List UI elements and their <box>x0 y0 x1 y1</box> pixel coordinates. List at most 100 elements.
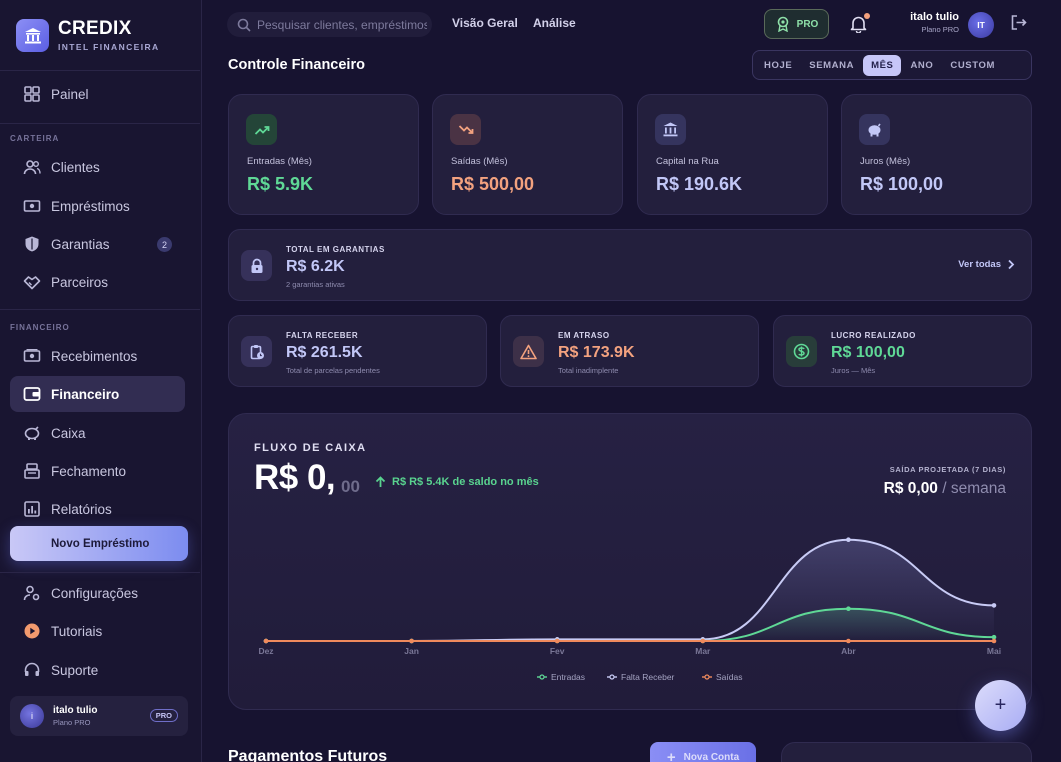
stat-label: LUCRO REALIZADO <box>831 331 916 340</box>
search-bar[interactable] <box>227 12 432 37</box>
kpi-value: R$ 5.9K <box>247 174 314 194</box>
sidebar-item-label: Suporte <box>51 662 99 678</box>
sidebar-item-relatorios[interactable]: Relatórios <box>10 491 185 527</box>
count-badge: 2 <box>157 237 172 252</box>
kpi-card-saidas[interactable]: Saídas (Mês) R$ 500,00 <box>432 94 623 215</box>
handshake-icon <box>23 276 41 290</box>
pro-label: PRO <box>796 18 819 30</box>
user-name: italo tulio <box>53 705 98 716</box>
kpi-value: R$ 500,00 <box>451 174 535 194</box>
sidebar-item-configuracoes[interactable]: Configurações <box>10 575 185 611</box>
user-plan: Plano PRO <box>53 718 91 727</box>
brand[interactable]: CREDIX INTEL FINANCEIRA <box>16 19 160 52</box>
sidebar-item-clientes[interactable]: Clientes <box>10 149 185 185</box>
guarantees-card: TOTAL EM GARANTIAS R$ 6.2K 2 garantias a… <box>228 229 1032 301</box>
legend-label: Falta Receber <box>621 672 675 682</box>
sidebar-item-financeiro[interactable]: Financeiro <box>10 376 185 412</box>
stat-card-falta-receber[interactable]: FALTA RECEBER R$ 261.5K Total de parcela… <box>228 315 487 387</box>
cashflow-chart: Dez Jan Fev Mar Abr Mai Entradas Falta Receber S… <box>258 537 1001 682</box>
avatar[interactable]: IT <box>968 12 994 38</box>
award-icon <box>777 16 788 32</box>
kpi-card-juros[interactable]: Juros (Mês) R$ 100,00 <box>841 94 1032 215</box>
guarantees-value: R$ 6.2K <box>286 258 345 275</box>
stat-label: FALTA RECEBER <box>286 331 359 340</box>
search-input[interactable] <box>257 17 427 32</box>
data-point <box>700 638 706 644</box>
period-week[interactable]: SEMANA <box>801 55 862 76</box>
sidebar-user-card[interactable]: i italo tulio Plano PRO PRO <box>10 696 188 736</box>
kpi-label: Juros (Mês) <box>860 156 911 167</box>
period-month[interactable]: MÊS <box>863 54 902 76</box>
logout-icon[interactable] <box>1010 14 1027 31</box>
piggy-bank-icon <box>24 426 40 440</box>
period-custom[interactable]: CUSTOM <box>942 55 1003 76</box>
sidebar-item-label: Relatórios <box>51 501 112 517</box>
pro-status-button[interactable]: PRO <box>764 9 829 39</box>
sidebar-item-tutoriais[interactable]: Tutoriais <box>10 613 185 649</box>
sidebar-item-label: Clientes <box>51 159 100 175</box>
divider <box>0 309 200 310</box>
kpi-card-entradas[interactable]: Entradas (Mês) R$ 5.9K <box>228 94 419 215</box>
sidebar-item-label: Financeiro <box>51 386 120 402</box>
user-plan: Plano PRO <box>921 25 959 34</box>
page-title: Controle Financeiro <box>228 57 365 73</box>
plus-icon: + <box>666 748 676 762</box>
cash-icon <box>23 200 41 212</box>
divider <box>0 123 200 124</box>
period-year[interactable]: ANO <box>902 55 941 76</box>
sidebar-item-caixa[interactable]: Caixa <box>10 415 185 451</box>
see-all-link[interactable]: Ver todas <box>958 259 1015 270</box>
sidebar-item-painel[interactable]: Painel <box>10 76 185 112</box>
chevron-right-icon <box>1008 259 1015 270</box>
sidebar-item-label: Tutoriais <box>51 623 103 639</box>
guarantees-sub: 2 garantias ativas <box>286 280 345 289</box>
new-account-button[interactable]: + Nova Conta <box>650 742 756 762</box>
sidebar: CREDIX INTEL FINANCEIRA Painel CARTEIRA … <box>0 0 202 762</box>
sidebar-item-emprestimos[interactable]: Empréstimos <box>10 188 185 224</box>
sidebar-item-parceiros[interactable]: Parceiros <box>10 264 185 300</box>
data-point <box>846 606 851 612</box>
dashboard-icon <box>24 86 40 102</box>
add-fab-button[interactable]: + <box>975 680 1026 731</box>
kpi-label: Saídas (Mês) <box>451 156 508 167</box>
series-area <box>266 608 994 641</box>
data-point <box>991 638 997 644</box>
data-point <box>409 638 414 644</box>
sidebar-item-recebimentos[interactable]: Recebimentos <box>10 338 185 374</box>
stat-card-lucro[interactable]: LUCRO REALIZADO R$ 100,00 Juros — Mês <box>773 315 1032 387</box>
x-tick-label: Mar <box>695 646 711 656</box>
new-loan-button[interactable]: Novo Empréstimo <box>10 526 188 561</box>
top-user-info[interactable]: italo tulio Plano PRO <box>910 11 959 34</box>
kpi-card-capital[interactable]: Capital na Rua R$ 190.6K <box>637 94 828 215</box>
stat-card-em-atraso[interactable]: EM ATRASO R$ 173.9K Total inadimplente <box>500 315 759 387</box>
see-all-label: Ver todas <box>958 259 1001 270</box>
stat-sub: Juros — Mês <box>831 366 876 375</box>
sidebar-item-label: Configurações <box>51 585 139 601</box>
legend-marker <box>539 674 545 680</box>
period-today[interactable]: HOJE <box>756 55 800 76</box>
brand-subtitle: INTEL FINANCEIRA <box>58 42 160 52</box>
sidebar-item-fechamento[interactable]: Fechamento <box>10 453 185 489</box>
sidebar-item-garantias[interactable]: Garantias 2 <box>10 226 185 262</box>
trending-up-icon <box>246 114 277 145</box>
trending-down-icon <box>450 114 481 145</box>
period-selector: HOJE SEMANA MÊS ANO CUSTOM <box>752 50 1032 80</box>
guarantees-label: TOTAL EM GARANTIAS <box>286 245 385 254</box>
sidebar-item-label: Painel <box>51 86 89 102</box>
stat-value: R$ 173.9K <box>558 344 635 361</box>
data-point <box>263 638 269 644</box>
kpi-value: R$ 190.6K <box>656 174 743 194</box>
data-point <box>991 603 997 608</box>
avatar: i <box>20 704 44 728</box>
nav-link-overview[interactable]: Visão Geral <box>452 16 518 30</box>
nav-link-analysis[interactable]: Análise <box>533 16 576 30</box>
user-name: italo tulio <box>910 11 959 23</box>
sidebar-item-suporte[interactable]: Suporte <box>10 652 185 688</box>
user-settings-icon <box>23 585 40 601</box>
section-label-carteira: CARTEIRA <box>10 134 60 143</box>
lock-icon <box>241 250 272 281</box>
x-tick-label: Dez <box>258 646 273 656</box>
divider <box>0 572 200 573</box>
piggy-bank-icon <box>859 114 890 145</box>
legend-marker <box>609 674 615 680</box>
